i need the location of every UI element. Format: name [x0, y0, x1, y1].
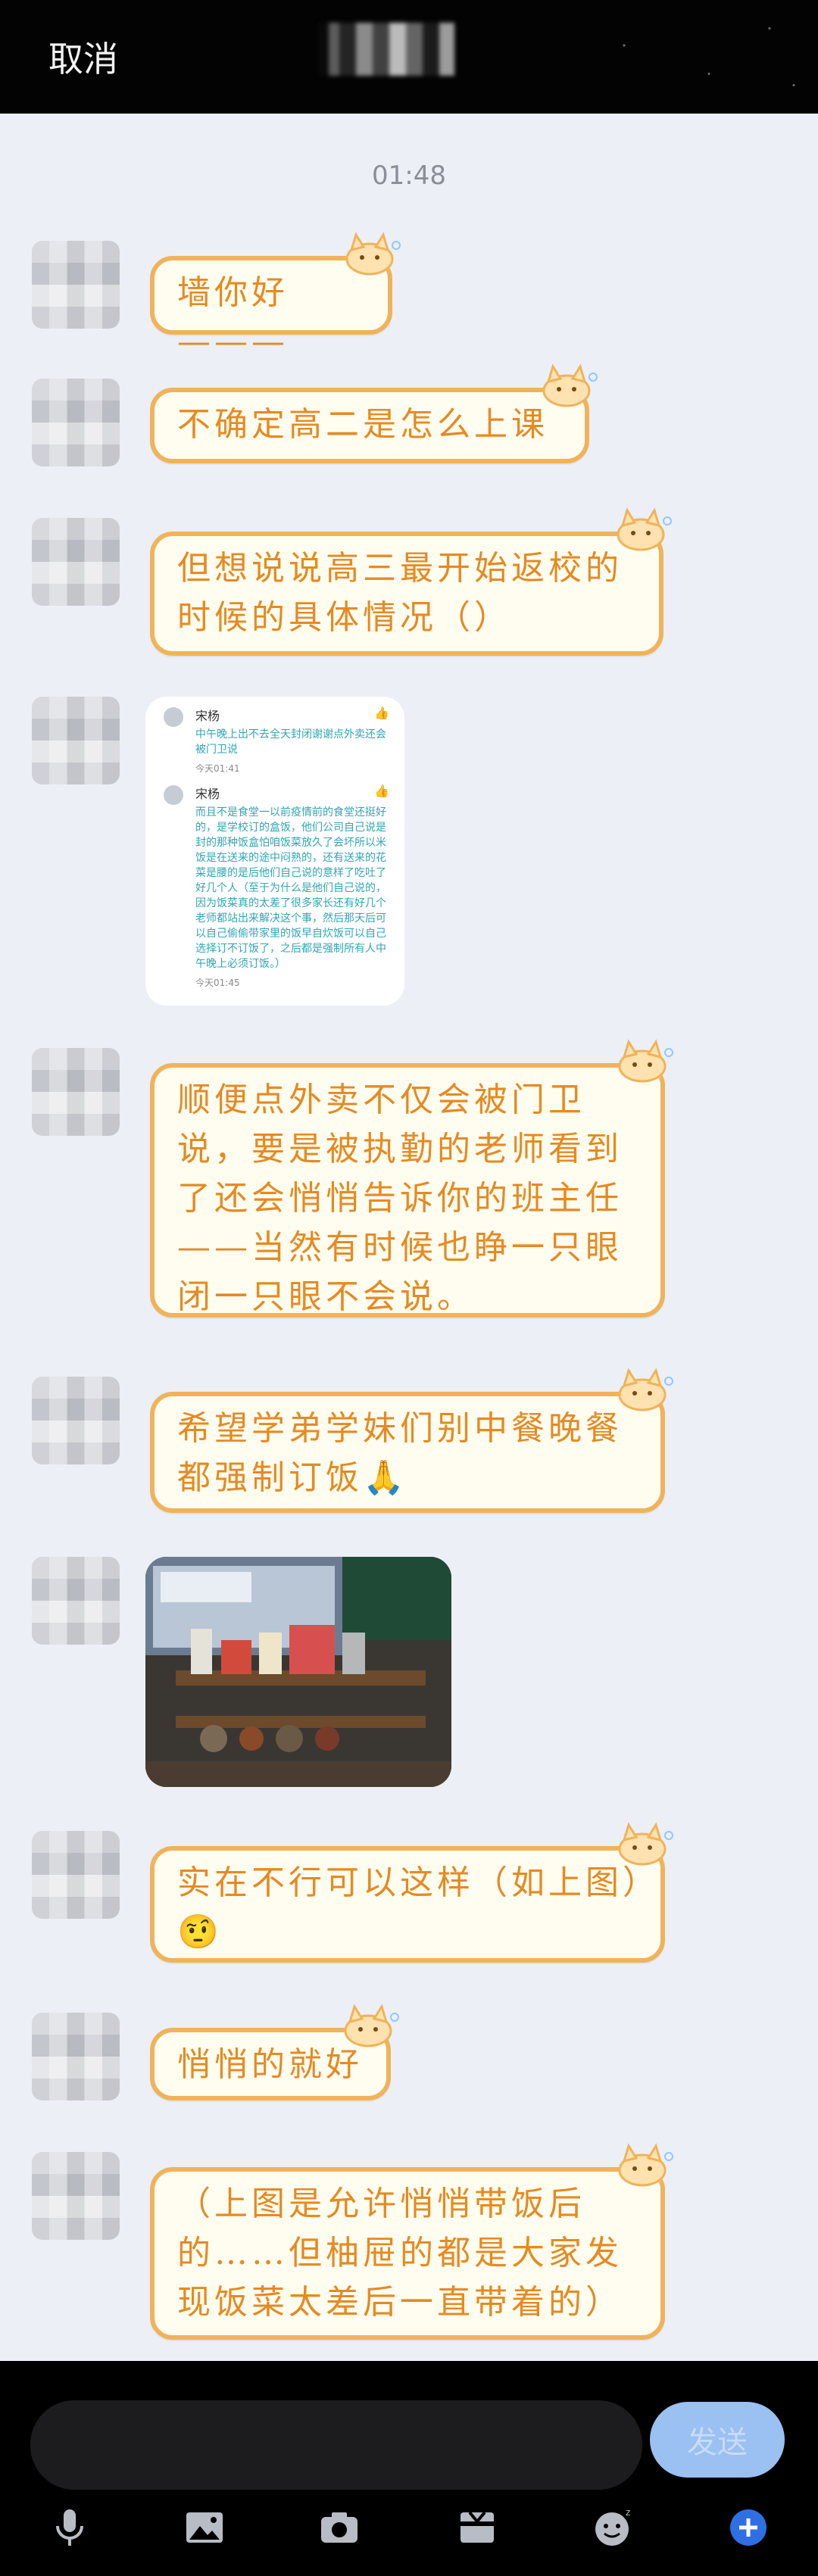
- camera-icon[interactable]: [317, 2505, 362, 2550]
- message-timestamp: 01:48: [372, 161, 446, 191]
- avatar[interactable]: [32, 1557, 120, 1645]
- note-avatar: [164, 707, 183, 727]
- message-text: 希望学弟学妹们别中餐晚餐都强制订饭🙏: [177, 1409, 623, 1497]
- cat-sticker-icon: [618, 1368, 673, 1411]
- cat-sticker-icon: [345, 232, 401, 276]
- message-bubble[interactable]: 不确定高二是怎么上课: [150, 363, 598, 463]
- avatar[interactable]: [32, 1377, 120, 1464]
- photo-canvas: [145, 1557, 451, 1787]
- cat-sticker-icon: [617, 507, 672, 551]
- composer-bar: 发送 z: [0, 2361, 818, 2576]
- message-bubble[interactable]: 但想说说高三最开始返校的时候的具体情况（）: [150, 507, 672, 656]
- message-text: 但想说说高三最开始返校的时候的具体情况（）: [177, 549, 623, 637]
- conversation-title-blurred: [318, 23, 454, 76]
- note-author: 宋杨: [195, 787, 220, 801]
- message-bubble[interactable]: 悄悄的就好: [150, 2004, 399, 2100]
- gift-box-icon[interactable]: [454, 2505, 500, 2550]
- note-author: 宋杨: [195, 709, 220, 723]
- cat-sticker-icon: [618, 2143, 673, 2187]
- note-time: 今天01:45: [195, 978, 240, 988]
- thumbs-up-icon: 👍: [374, 784, 389, 798]
- note-text: 而且不是食堂一以前疫情前的食堂还挺好的，是学校订的盒饭，他们公司自己说是封的那种…: [195, 806, 386, 970]
- avatar[interactable]: [32, 241, 120, 329]
- svg-text:z: z: [626, 2507, 630, 2518]
- cat-sticker-icon: [618, 1039, 673, 1083]
- message-text: 悄悄的就好: [177, 2045, 363, 2084]
- note-text: 中午晚上出不去全天封闭谢谢点外卖还会被门卫说: [195, 728, 386, 756]
- send-button[interactable]: 发送: [650, 2402, 785, 2478]
- avatar[interactable]: [32, 1831, 120, 1919]
- cancel-button[interactable]: 取消: [48, 32, 118, 82]
- message-text: 不确定高二是怎么上课: [177, 405, 548, 444]
- screenshot-image[interactable]: 宋杨 👍 中午晚上出不去全天封闭谢谢点外卖还会被门卫说 今天01:41 宋杨 👍…: [145, 697, 404, 1006]
- note-avatar: [164, 785, 183, 805]
- photo-image[interactable]: [145, 1557, 451, 1787]
- plus-icon[interactable]: [726, 2505, 771, 2550]
- message-bubble[interactable]: 实在不行可以这样（如上图）🤨: [150, 1822, 673, 1963]
- cat-sticker-icon: [618, 1822, 673, 1866]
- avatar[interactable]: [32, 2152, 120, 2240]
- emoji-icon[interactable]: z: [589, 2505, 635, 2550]
- avatar[interactable]: [32, 379, 120, 466]
- message-text: （上图是允许悄悄带饭后的……但柚屉的都是大家发现饭菜太差后一直带着的）: [177, 2185, 623, 2322]
- microphone-icon[interactable]: [47, 2505, 92, 2550]
- message-bubble[interactable]: 顺便点外卖不仅会被门卫说，要是被执勤的老师看到了还会悄悄告诉你的班主任——当然有…: [150, 1039, 673, 1318]
- message-bubble[interactable]: （上图是允许悄悄带饭后的……但柚屉的都是大家发现饭菜太差后一直带着的）: [150, 2143, 673, 2340]
- message-input[interactable]: [30, 2400, 642, 2490]
- cat-sticker-icon: [344, 2004, 399, 2047]
- note-time: 今天01:41: [195, 763, 240, 774]
- avatar[interactable]: [32, 518, 120, 606]
- thumbs-up-icon: 👍: [374, 706, 389, 720]
- avatar[interactable]: [32, 697, 120, 784]
- note-item: 宋杨 👍 而且不是食堂一以前疫情前的食堂还挺好的，是学校订的盒饭，他们公司自己说…: [156, 784, 394, 989]
- message-bubble[interactable]: 希望学弟学妹们别中餐晚餐都强制订饭🙏: [150, 1368, 673, 1513]
- message-text: 墙你好———: [177, 273, 289, 361]
- message-text: 顺便点外卖不仅会被门卫说，要是被执勤的老师看到了还会悄悄告诉你的班主任——当然有…: [177, 1081, 623, 1316]
- avatar[interactable]: [32, 2013, 120, 2100]
- message-text: 实在不行可以这样（如上图）🤨: [177, 1863, 643, 1951]
- note-item: 宋杨 👍 中午晚上出不去全天封闭谢谢点外卖还会被门卫说 今天01:41: [156, 706, 394, 775]
- cat-sticker-icon: [542, 363, 598, 407]
- header-star-decoration: [576, 0, 818, 114]
- avatar[interactable]: [32, 1048, 120, 1136]
- top-bar: 取消: [0, 0, 818, 114]
- message-bubble[interactable]: 墙你好———: [150, 232, 401, 361]
- image-icon[interactable]: [182, 2505, 227, 2550]
